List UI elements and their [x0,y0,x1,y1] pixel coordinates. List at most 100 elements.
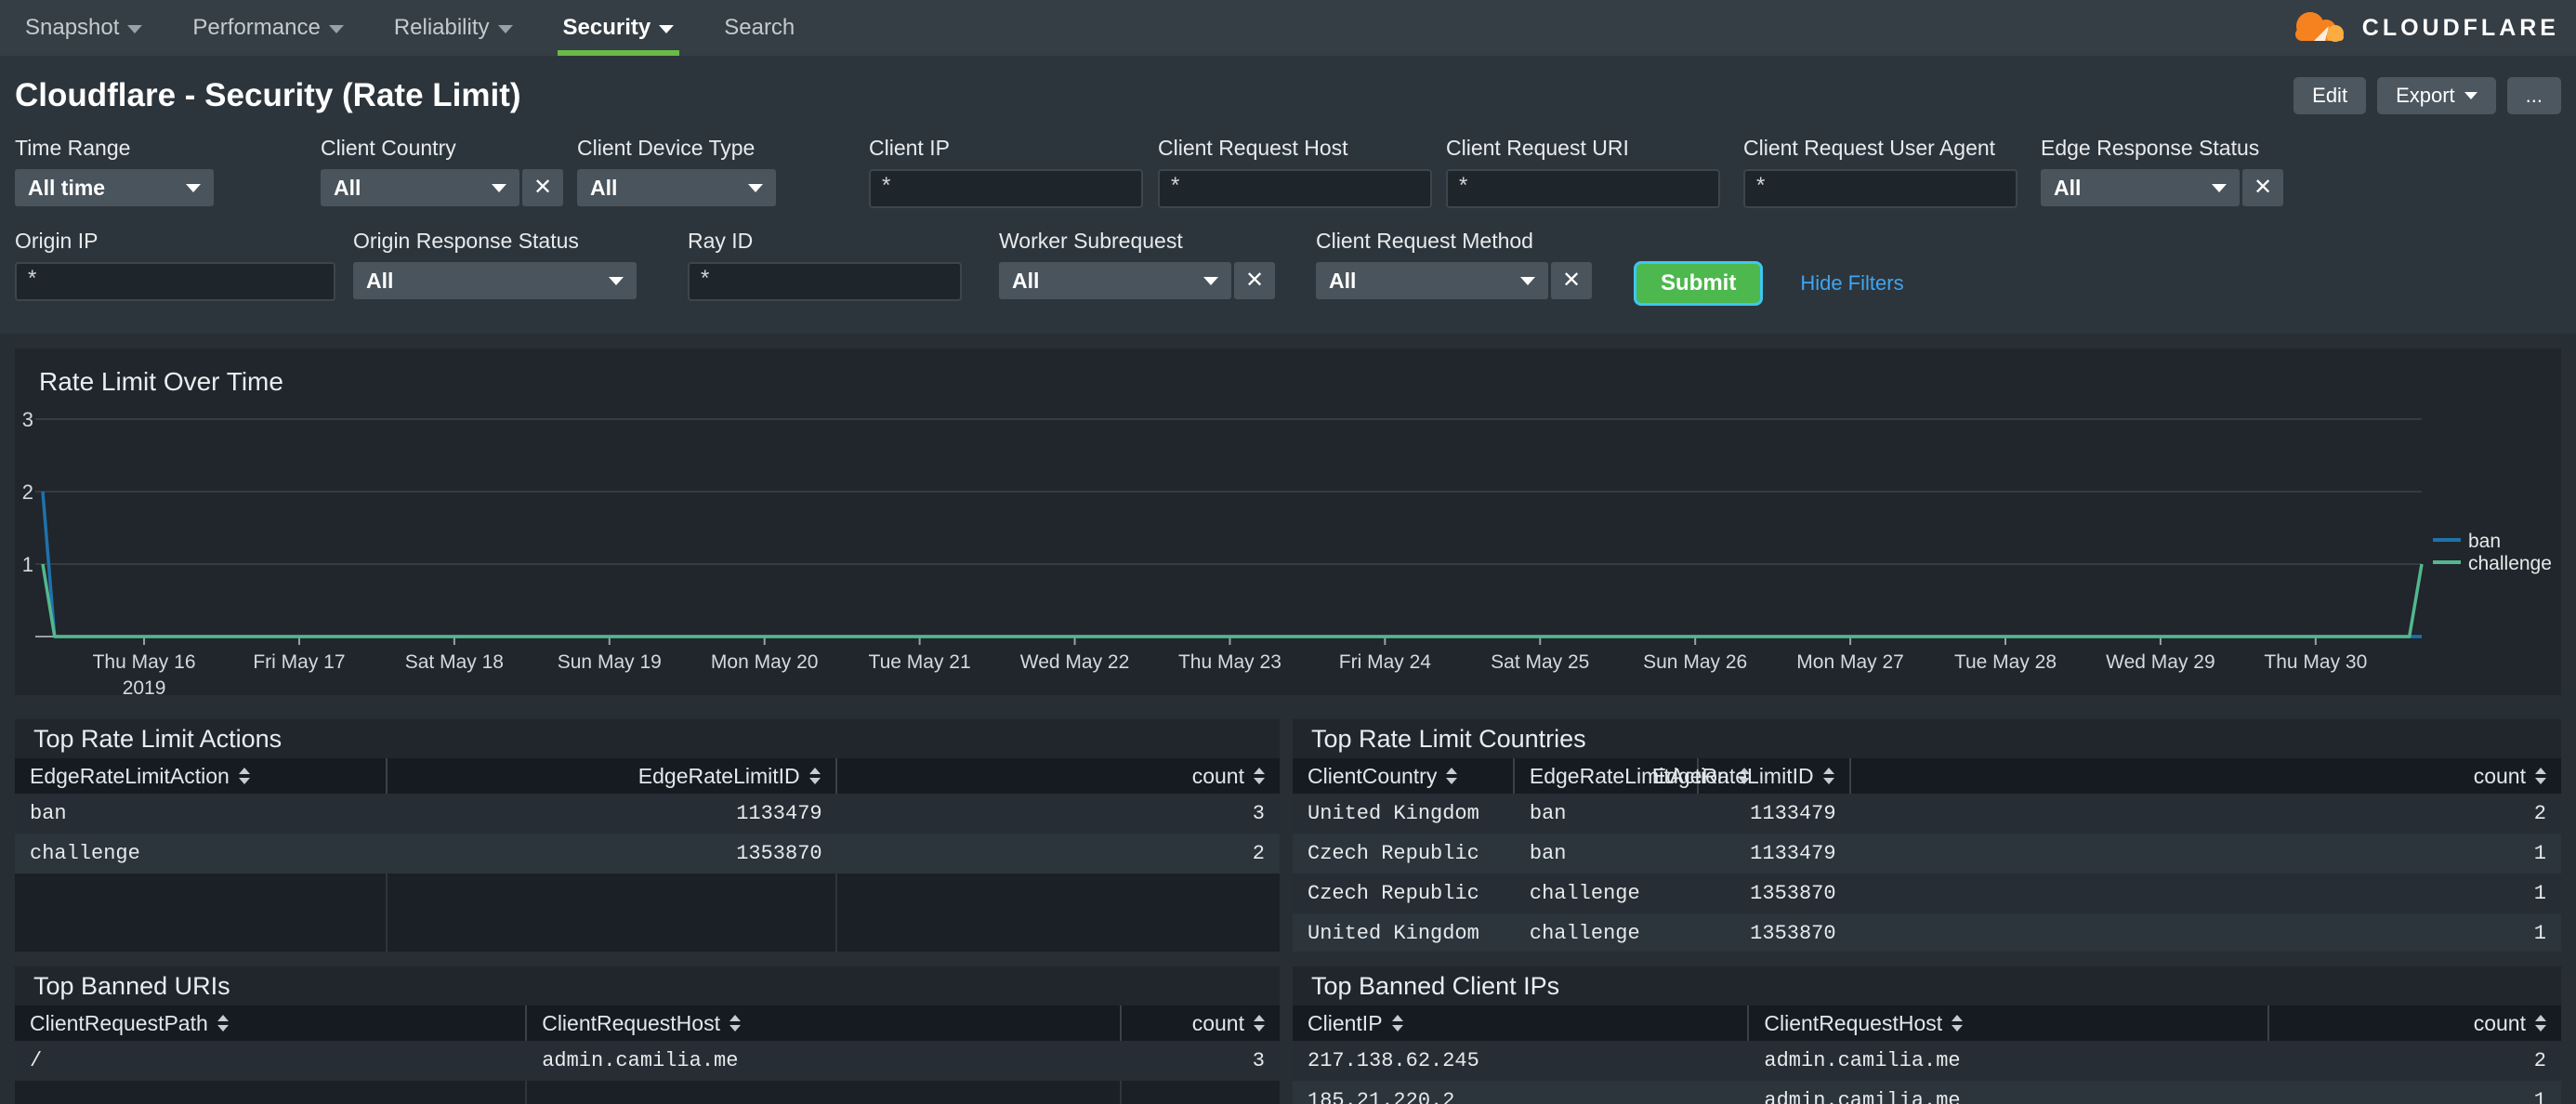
column-header-clientrequestpath[interactable]: ClientRequestPath [15,1005,528,1041]
submit-button[interactable]: Submit [1634,261,1764,306]
filter-input-client-request-host[interactable]: * [1158,169,1432,208]
legend-item-challenge[interactable]: challenge [2433,553,2552,574]
nav-item-reliability[interactable]: Reliability [392,0,515,56]
chevron-down-icon [609,276,624,285]
svg-text:Tue May 28: Tue May 28 [1954,651,2057,673]
table-header-row: ClientRequestPath ClientRequestHost count [15,1005,1280,1041]
filter-dropdown-client-device-type[interactable]: All [577,169,776,206]
filter-row-2: Origin IP * Origin Response Status All Ray I… [15,229,2561,306]
export-button[interactable]: Export [2377,77,2496,114]
filter-dropdown-worker-subrequest[interactable]: All [999,262,1231,299]
column-header-label: ClientCountry [1308,763,1438,788]
column-header-clientrequesthost[interactable]: ClientRequestHost [527,1005,1122,1041]
table-top-rate-limit-actions: Top Rate Limit Actions EdgeRateLimitActio… [15,719,1280,952]
filter-row-1: Time Range All time Client Country All ✕ Clie… [15,136,2561,208]
nav-item-label: Security [562,15,651,40]
column-header-clientcountry[interactable]: ClientCountry [1293,758,1515,794]
edit-button[interactable]: Edit [2293,77,2367,114]
table-row: Czech Republic challenge 1353870 1 [1293,874,2561,913]
table-cell: 1 [2533,842,2546,865]
table-cell: 1133479 [736,802,822,825]
nav-item-security[interactable]: Security [557,0,679,56]
filter-label: Origin IP [15,229,99,253]
sort-icon [1446,768,1458,784]
chevron-down-icon [1203,276,1218,285]
table-row: challenge 1353870 2 [15,834,1280,874]
table-cell: ban [1529,802,1567,825]
column-header-clientip[interactable]: ClientIP [1293,1005,1750,1041]
clear-filter-button[interactable]: ✕ [1234,262,1275,299]
svg-text:Mon May 20: Mon May 20 [711,651,819,673]
nav-item-search[interactable]: Search [722,0,796,56]
table-cell: 1 [2533,922,2546,945]
filter-origin-ip: Origin IP * [15,229,335,301]
nav-item-snapshot[interactable]: Snapshot [23,0,144,56]
dropdown-value: All [590,175,618,200]
table-cell: admin.camilia.me [1764,1089,1961,1104]
svg-text:Thu May 30: Thu May 30 [2264,651,2367,673]
column-header-clientrequesthost[interactable]: ClientRequestHost [1749,1005,2270,1041]
column-header-edgeratelimitid[interactable]: EdgeRateLimitID [388,758,837,794]
filter-label: Client Request User Agent [1743,136,1996,160]
filter-dropdown-client-country[interactable]: All [321,169,519,206]
column-header-count[interactable]: count [1851,758,2561,794]
dashboard-content: Rate Limit Over Time 1 2 3 Thu May 16 2019 Fr… [0,334,2576,1104]
sort-icon [2534,768,2546,784]
column-header-edgeratelimitid[interactable]: EdgeRateLimitID [1652,758,1851,794]
svg-text:Sat May 18: Sat May 18 [405,651,504,673]
filter-time-range: Time Range All time [15,136,214,206]
more-button[interactable]: ... [2506,77,2561,114]
filter-dropdown-origin-response-status[interactable]: All [353,262,637,299]
filter-input-client-request-uri[interactable]: * [1446,169,1720,208]
column-header-count[interactable]: count [837,758,1280,794]
table-header-row: EdgeRateLimitAction EdgeRateLimitID count [15,758,1280,794]
column-header-label: count [2473,763,2526,788]
filter-client-device-type: Client Device Type All [577,136,776,206]
column-header-label: count [2473,1010,2526,1035]
column-header-count[interactable]: count [2269,1005,2561,1041]
table-cell: 1 [2533,882,2546,905]
table-cell: challenge [1529,922,1640,945]
filter-client-request-method: Client Request Method All ✕ [1316,229,1592,299]
filter-dropdown-client-request-method[interactable]: All [1316,262,1548,299]
column-header-label: ClientRequestHost [542,1010,720,1035]
table-title: Top Rate Limit Actions [33,725,283,753]
dropdown-value: All [2054,175,2082,200]
nav-item-performance[interactable]: Performance [191,0,345,56]
table-cell: 1133479 [1750,842,1836,865]
svg-text:Sun May 19: Sun May 19 [558,651,662,673]
table-cell: 2 [2533,802,2546,825]
table-cell: / [30,1049,43,1072]
filter-origin-response-status: Origin Response Status All [353,229,637,299]
filter-label: Client Country [321,136,456,160]
table-top-banned-uris: Top Banned URIs ClientRequestPath ClientRe… [15,966,1280,1104]
dropdown-value: All [1329,268,1357,293]
table-cell: challenge [30,842,140,865]
table-cell: 1353870 [1750,922,1836,945]
filter-input-origin-ip[interactable]: * [15,262,335,301]
filter-input-client-ip[interactable]: * [869,169,1143,208]
table-row: 185.21.220.2 admin.camilia.me 1 [1293,1081,2561,1104]
top-nav: Snapshot Performance Reliability Security Se… [0,0,2576,56]
svg-text:Sat May 25: Sat May 25 [1491,651,1589,673]
table-cell: Czech Republic [1308,842,1479,865]
clear-filter-button[interactable]: ✕ [1551,262,1592,299]
chevron-down-icon [492,183,506,192]
clear-filter-button[interactable]: ✕ [522,169,563,206]
clear-filter-button[interactable]: ✕ [2242,169,2283,206]
svg-text:1: 1 [22,553,33,576]
filter-input-ray-id[interactable]: * [688,262,962,301]
chevron-down-icon [659,25,675,33]
legend-item-ban[interactable]: ban [2433,531,2501,552]
svg-text:Thu May 23: Thu May 23 [1178,651,1281,673]
chevron-down-icon [328,25,344,33]
column-header-count[interactable]: count [1122,1005,1280,1041]
svg-text:2019: 2019 [123,677,166,699]
nav-item-label: Search [724,15,795,40]
filter-input-client-request-user-agent[interactable]: * [1743,169,2017,208]
filter-dropdown-time-range[interactable]: All time [15,169,214,206]
column-header-edgeratelimitaction[interactable]: EdgeRateLimitAction [15,758,388,794]
filter-dropdown-edge-response-status[interactable]: All [2041,169,2240,206]
dropdown-value: All [334,175,361,200]
hide-filters-link[interactable]: Hide Filters [1800,271,1903,296]
